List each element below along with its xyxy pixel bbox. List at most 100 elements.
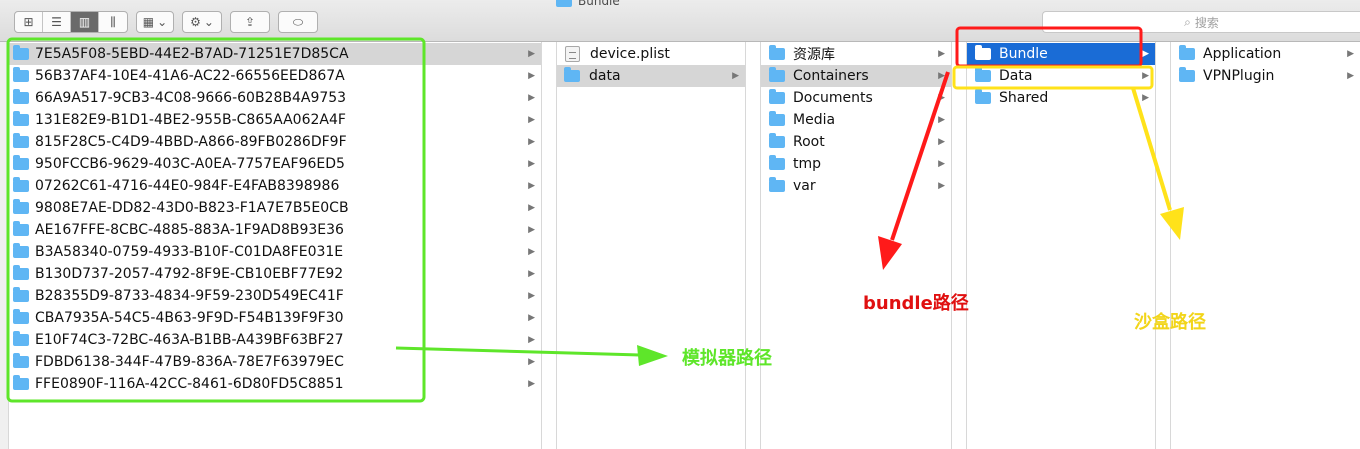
folder-icon (975, 67, 991, 82)
chevron-right-icon: ▶ (1142, 93, 1149, 103)
list-item[interactable]: B28355D9-8733-4834-9F59-230D549EC41F ▶ (9, 285, 541, 307)
list-item[interactable]: 07262C61-4716-44E0-984F-E4FAB8398986 ▶ (9, 175, 541, 197)
list-item[interactable]: 7E5A5F08-5EBD-44E2-B7AD-71251E7D85CA ▶ (9, 43, 541, 65)
list-item[interactable]: B130D737-2057-4792-8F9E-CB10EBF77E92 ▶ (9, 263, 541, 285)
list-item[interactable]: CBA7935A-54C5-4B63-9F9D-F54B139F9F30 ▶ (9, 307, 541, 329)
gear-icon: ⚙ (190, 15, 201, 29)
list-item[interactable]: 9808E7AE-DD82-43D0-B823-F1A7E7B5E0CB ▶ (9, 197, 541, 219)
view-mode-segmented-control[interactable]: ⊞ ☰ ▥ ⫼ (14, 11, 128, 33)
list-item[interactable]: 815F28C5-C4D9-4BBD-A866-89FB0286DF9F ▶ (9, 131, 541, 153)
column-simulators: 7E5A5F08-5EBD-44E2-B7AD-71251E7D85CA ▶ 56… (9, 42, 542, 449)
folder-icon (769, 89, 785, 104)
chevron-right-icon: ▶ (938, 49, 945, 59)
chevron-right-icon: ▶ (528, 379, 535, 389)
chevron-right-icon: ▶ (1142, 71, 1149, 81)
plist-file-icon (565, 46, 580, 62)
chevron-right-icon: ▶ (528, 49, 535, 59)
folder-icon (13, 265, 29, 280)
list-item[interactable]: Application ▶ (1171, 43, 1360, 65)
list-item[interactable]: FDBD6138-344F-47B9-836A-78E7F63979EC ▶ (9, 351, 541, 373)
folder-icon (13, 221, 29, 236)
list-item[interactable]: 资源库 ▶ (761, 43, 951, 65)
chevron-right-icon: ▶ (528, 291, 535, 301)
chevron-right-icon: ▶ (528, 181, 535, 191)
folder-icon (1179, 45, 1195, 60)
list-view-icon[interactable]: ☰ (43, 12, 71, 32)
action-button[interactable]: ⚙ ⌄ (182, 11, 222, 33)
chevron-right-icon: ▶ (938, 159, 945, 169)
list-item[interactable]: 66A9A517-9CB3-4C08-9666-60B28B4A9753 ▶ (9, 87, 541, 109)
folder-icon (975, 89, 991, 104)
list-item[interactable]: Documents ▶ (761, 87, 951, 109)
chevron-right-icon: ▶ (1142, 49, 1149, 59)
folder-icon (564, 67, 580, 82)
list-item[interactable]: 950FCCB6-9629-403C-A0EA-7757EAF96ED5 ▶ (9, 153, 541, 175)
list-item[interactable]: FFE0890F-116A-42CC-8461-6D80FD5C8851 ▶ (9, 373, 541, 395)
list-item[interactable]: tmp ▶ (761, 153, 951, 175)
finder-toolbar: Bundle ⊞ ☰ ▥ ⫼ ▦ ⌄ ⚙ ⌄ ⇪ ⬭ ⌕ 搜索 (0, 0, 1360, 42)
folder-icon (13, 199, 29, 214)
chevron-right-icon: ▶ (528, 203, 535, 213)
sandbox-path-label: 沙盒路径 (1134, 312, 1206, 333)
chevron-right-icon: ▶ (1347, 71, 1354, 81)
chevron-right-icon: ▶ (528, 269, 535, 279)
list-item[interactable]: Media ▶ (761, 109, 951, 131)
chevron-right-icon: ▶ (528, 71, 535, 81)
list-item[interactable]: B3A58340-0759-4933-B10F-C01DA8FE031E ▶ (9, 241, 541, 263)
chevron-right-icon: ▶ (938, 71, 945, 81)
folder-icon (13, 111, 29, 126)
folder-icon (13, 331, 29, 346)
cover-flow-icon[interactable]: ⫼ (99, 12, 127, 32)
chevron-right-icon: ▶ (528, 115, 535, 125)
sidebar-edge (0, 42, 9, 449)
column-view-icon[interactable]: ▥ (71, 12, 99, 32)
folder-icon (13, 375, 29, 390)
folder-icon (13, 89, 29, 104)
folder-icon (769, 133, 785, 148)
folder-icon (556, 0, 572, 7)
column-containers: Bundle ▶ Data ▶ Shared ▶ (966, 42, 1156, 449)
column-data: 资源库 ▶ Containers ▶ Documents ▶ Media ▶ Root ▶… (760, 42, 952, 449)
chevron-right-icon: ▶ (528, 313, 535, 323)
chevron-right-icon: ▶ (528, 247, 535, 257)
search-placeholder: 搜索 (1194, 15, 1219, 30)
chevron-right-icon: ▶ (528, 225, 535, 235)
arrange-button[interactable]: ▦ ⌄ (136, 11, 174, 33)
list-item[interactable]: 56B37AF4-10E4-41A6-AC22-66556EED867A ▶ (9, 65, 541, 87)
list-item[interactable]: AE167FFE-8CBC-4885-883A-1F9AD8B93E36 ▶ (9, 219, 541, 241)
tags-button[interactable]: ⬭ (278, 11, 318, 33)
simulator-path-label: 模拟器路径 (682, 348, 772, 369)
folder-icon (1179, 67, 1195, 82)
share-icon: ⇪ (244, 15, 256, 29)
list-item[interactable]: VPNPlugin ▶ (1171, 65, 1360, 87)
chevron-right-icon: ▶ (528, 137, 535, 147)
column-bundle: Application ▶ VPNPlugin ▶ (1170, 42, 1360, 449)
list-item[interactable]: 131E82E9-B1D1-4BE2-955B-C865AA062A4F ▶ (9, 109, 541, 131)
list-item[interactable]: Shared ▶ (967, 87, 1155, 109)
share-button[interactable]: ⇪ (230, 11, 270, 33)
folder-icon (769, 111, 785, 126)
folder-icon (13, 155, 29, 170)
chevron-right-icon: ▶ (938, 137, 945, 147)
folder-icon (13, 309, 29, 324)
list-item[interactable]: Containers ▶ (761, 65, 951, 87)
folder-icon (13, 353, 29, 368)
chevron-right-icon: ▶ (528, 335, 535, 345)
list-item[interactable]: Data ▶ (967, 65, 1155, 87)
icon-view-icon[interactable]: ⊞ (15, 12, 43, 32)
window-title: Bundle (556, 0, 620, 8)
folder-icon (13, 177, 29, 192)
search-field[interactable]: ⌕ 搜索 (1042, 11, 1360, 33)
folder-icon (769, 67, 785, 82)
list-item[interactable]: data ▶ (557, 65, 745, 87)
chevron-right-icon: ▶ (528, 159, 535, 169)
search-icon: ⌕ (1184, 14, 1191, 29)
list-item[interactable]: var ▶ (761, 175, 951, 197)
list-item[interactable]: E10F74C3-72BC-463A-B1BB-A439BF63BF27 ▶ (9, 329, 541, 351)
chevron-right-icon: ▶ (528, 93, 535, 103)
list-item[interactable]: Root ▶ (761, 131, 951, 153)
chevron-down-icon: ⌄ (203, 15, 214, 29)
list-item[interactable]: Bundle ▶ (967, 43, 1155, 65)
folder-icon (769, 177, 785, 192)
list-item[interactable]: device.plist (557, 43, 745, 65)
